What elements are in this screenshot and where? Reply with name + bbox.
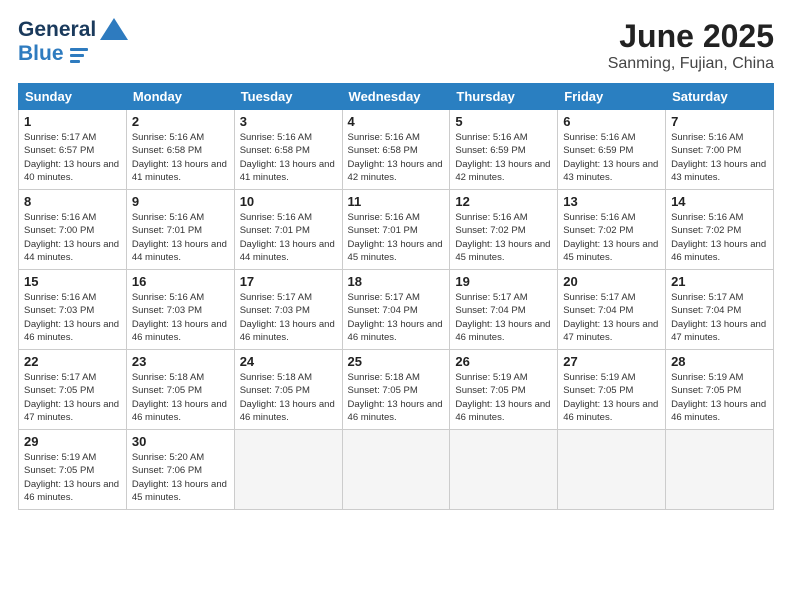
calendar-table: Sunday Monday Tuesday Wednesday Thursday…	[18, 83, 774, 510]
day-23: 23 Sunrise: 5:18 AMSunset: 7:05 PMDaylig…	[126, 350, 234, 430]
day-22: 22 Sunrise: 5:17 AMSunset: 7:05 PMDaylig…	[19, 350, 127, 430]
col-tuesday: Tuesday	[234, 84, 342, 110]
col-wednesday: Wednesday	[342, 84, 450, 110]
day-25: 25 Sunrise: 5:18 AMSunset: 7:05 PMDaylig…	[342, 350, 450, 430]
logo-blue-text: Blue	[18, 42, 64, 66]
empty-cell	[234, 430, 342, 510]
col-sunday: Sunday	[19, 84, 127, 110]
empty-cell	[342, 430, 450, 510]
empty-cell	[666, 430, 774, 510]
day-7: 7 Sunrise: 5:16 AMSunset: 7:00 PMDayligh…	[666, 110, 774, 190]
logo-lines	[70, 48, 88, 63]
col-monday: Monday	[126, 84, 234, 110]
calendar-header-row: Sunday Monday Tuesday Wednesday Thursday…	[19, 84, 774, 110]
col-friday: Friday	[558, 84, 666, 110]
calendar-title: June 2025	[608, 18, 774, 55]
table-row: 1 Sunrise: 5:17 AMSunset: 6:57 PMDayligh…	[19, 110, 774, 190]
day-29: 29 Sunrise: 5:19 AMSunset: 7:05 PMDaylig…	[19, 430, 127, 510]
day-9: 9 Sunrise: 5:16 AMSunset: 7:01 PMDayligh…	[126, 190, 234, 270]
day-20: 20 Sunrise: 5:17 AMSunset: 7:04 PMDaylig…	[558, 270, 666, 350]
calendar-subtitle: Sanming, Fujian, China	[608, 55, 774, 73]
day-5: 5 Sunrise: 5:16 AMSunset: 6:59 PMDayligh…	[450, 110, 558, 190]
table-row: 8 Sunrise: 5:16 AMSunset: 7:00 PMDayligh…	[19, 190, 774, 270]
day-19: 19 Sunrise: 5:17 AMSunset: 7:04 PMDaylig…	[450, 270, 558, 350]
day-11: 11 Sunrise: 5:16 AMSunset: 7:01 PMDaylig…	[342, 190, 450, 270]
logo-line-2	[70, 54, 84, 57]
day-12: 12 Sunrise: 5:16 AMSunset: 7:02 PMDaylig…	[450, 190, 558, 270]
title-block: June 2025 Sanming, Fujian, China	[608, 18, 774, 73]
day-28: 28 Sunrise: 5:19 AMSunset: 7:05 PMDaylig…	[666, 350, 774, 430]
col-thursday: Thursday	[450, 84, 558, 110]
day-13: 13 Sunrise: 5:16 AMSunset: 7:02 PMDaylig…	[558, 190, 666, 270]
day-4: 4 Sunrise: 5:16 AMSunset: 6:58 PMDayligh…	[342, 110, 450, 190]
header: General Blue June 2025 Sanming, Fujian, …	[18, 18, 774, 73]
day-15: 15 Sunrise: 5:16 AMSunset: 7:03 PMDaylig…	[19, 270, 127, 350]
logo: General Blue	[18, 18, 128, 66]
day-1: 1 Sunrise: 5:17 AMSunset: 6:57 PMDayligh…	[19, 110, 127, 190]
day-2: 2 Sunrise: 5:16 AMSunset: 6:58 PMDayligh…	[126, 110, 234, 190]
day-8: 8 Sunrise: 5:16 AMSunset: 7:00 PMDayligh…	[19, 190, 127, 270]
day-10: 10 Sunrise: 5:16 AMSunset: 7:01 PMDaylig…	[234, 190, 342, 270]
logo-line-1	[70, 48, 88, 51]
col-saturday: Saturday	[666, 84, 774, 110]
day-27: 27 Sunrise: 5:19 AMSunset: 7:05 PMDaylig…	[558, 350, 666, 430]
logo-general-text: General	[18, 18, 96, 42]
day-24: 24 Sunrise: 5:18 AMSunset: 7:05 PMDaylig…	[234, 350, 342, 430]
empty-cell	[558, 430, 666, 510]
logo-line-3	[70, 60, 80, 63]
table-row: 15 Sunrise: 5:16 AMSunset: 7:03 PMDaylig…	[19, 270, 774, 350]
day-6: 6 Sunrise: 5:16 AMSunset: 6:59 PMDayligh…	[558, 110, 666, 190]
table-row: 29 Sunrise: 5:19 AMSunset: 7:05 PMDaylig…	[19, 430, 774, 510]
day-14: 14 Sunrise: 5:16 AMSunset: 7:02 PMDaylig…	[666, 190, 774, 270]
day-16: 16 Sunrise: 5:16 AMSunset: 7:03 PMDaylig…	[126, 270, 234, 350]
day-3: 3 Sunrise: 5:16 AMSunset: 6:58 PMDayligh…	[234, 110, 342, 190]
day-18: 18 Sunrise: 5:17 AMSunset: 7:04 PMDaylig…	[342, 270, 450, 350]
empty-cell	[450, 430, 558, 510]
logo-icon	[100, 18, 128, 40]
day-30: 30 Sunrise: 5:20 AMSunset: 7:06 PMDaylig…	[126, 430, 234, 510]
day-26: 26 Sunrise: 5:19 AMSunset: 7:05 PMDaylig…	[450, 350, 558, 430]
page-container: General Blue June 2025 Sanming, Fujian, …	[0, 0, 792, 520]
day-21: 21 Sunrise: 5:17 AMSunset: 7:04 PMDaylig…	[666, 270, 774, 350]
table-row: 22 Sunrise: 5:17 AMSunset: 7:05 PMDaylig…	[19, 350, 774, 430]
day-17: 17 Sunrise: 5:17 AMSunset: 7:03 PMDaylig…	[234, 270, 342, 350]
